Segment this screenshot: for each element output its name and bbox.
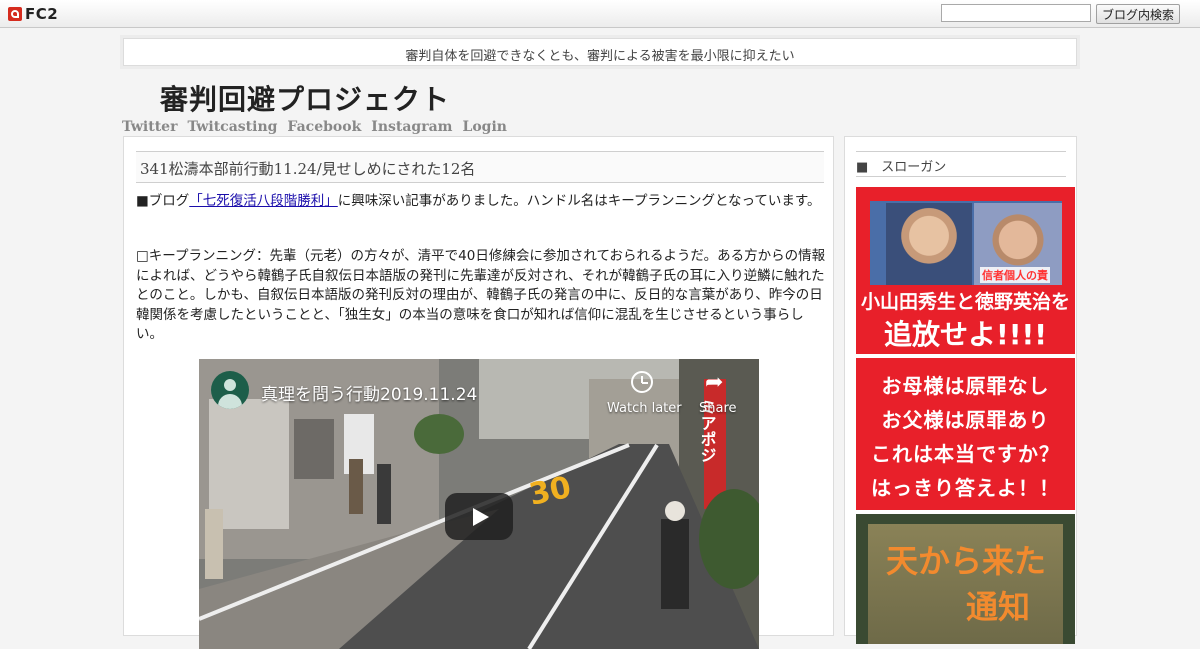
banner2-line1: お母様は原罪なし bbox=[881, 374, 1050, 398]
nav-link-login[interactable]: Login bbox=[462, 119, 506, 135]
entry-paragraph-2: □キープランニング：先輩（元老）の方々が、清平で40日修練会に参加されておられる… bbox=[136, 248, 826, 342]
clock-icon[interactable] bbox=[631, 371, 653, 393]
referenced-blog-link[interactable]: 「七死復活八段階勝利」 bbox=[189, 193, 338, 209]
sidebar-heading-bar: ■ スローガン bbox=[856, 151, 1066, 177]
main-content: 341松濤本部前行動11.24/見せしめにされた12名 ■ブログ「七死復活八段階… bbox=[123, 136, 834, 649]
channel-avatar[interactable] bbox=[211, 371, 249, 409]
header-nav: Twitter Twitcasting Facebook Instagram L… bbox=[122, 119, 507, 135]
blog-title[interactable]: 審判回避プロジェクト bbox=[160, 78, 450, 118]
slogan-banner-2[interactable]: お母様は原罪なし お父様は原罪あり これは本当ですか？ はっきり答えよ！！ bbox=[856, 358, 1075, 510]
nav-link-facebook[interactable]: Facebook bbox=[287, 119, 361, 135]
para1-suffix: に興味深い記事がありました。ハンドル名はキープランニングとなっています。 bbox=[337, 193, 821, 209]
banner1-portrait-left bbox=[886, 203, 972, 285]
fc2-logo[interactable]: FC2 bbox=[8, 4, 59, 23]
watch-later-label[interactable]: Watch later bbox=[607, 401, 682, 416]
entry-title-bar: 341松濤本部前行動11.24/見せしめにされた12名 bbox=[136, 151, 824, 183]
play-button[interactable] bbox=[445, 493, 513, 540]
video-title[interactable]: 真理を問う行動2019.11.24 bbox=[261, 380, 477, 405]
fc2-logo-icon bbox=[8, 6, 22, 21]
banner1-caption: 信者個人の責 bbox=[980, 267, 1050, 283]
entry-title[interactable]: 341松濤本部前行動11.24/見せしめにされた12名 bbox=[140, 158, 475, 179]
blog-tagline: 審判自体を回避できなくとも、審判による被害を最小限に抑えたい bbox=[405, 49, 795, 64]
banner1-line1: 小山田秀生と徳野英治を bbox=[860, 291, 1070, 313]
banner3-line1: 天から来た bbox=[886, 542, 1047, 580]
embedded-video[interactable]: 30 ミアポジ 真理を問う行動2019.11.24 Watch later ➦ … bbox=[199, 359, 759, 649]
nav-link-twitcasting[interactable]: Twitcasting bbox=[187, 119, 277, 135]
nav-link-twitter[interactable]: Twitter bbox=[122, 119, 177, 135]
banner2-line4: はっきり答えよ！！ bbox=[871, 476, 1060, 500]
blog-search-input[interactable] bbox=[941, 4, 1091, 22]
tagline-box: 審判自体を回避できなくとも、審判による被害を最小限に抑えたい bbox=[120, 35, 1080, 69]
sidebar-heading-slogan: ■ スローガン bbox=[856, 160, 947, 175]
banner1-line2: 追放せよ!!!! bbox=[883, 318, 1048, 351]
sidebar: ■ スローガン 信者個人の責 小山田秀生と徳野英治を 追放せよ!!!! お母様は… bbox=[844, 136, 1077, 644]
para1-prefix: ■ブログ bbox=[136, 193, 190, 209]
banner2-line2: お父様は原罪あり bbox=[881, 408, 1050, 432]
fc2-logo-text: FC2 bbox=[25, 4, 59, 23]
banner1-photo: 信者個人の責 bbox=[870, 201, 1062, 285]
share-label[interactable]: Share bbox=[699, 401, 737, 416]
banner2-line3: これは本当ですか？ bbox=[871, 442, 1060, 466]
slogan-banner-3[interactable]: 天から来た 通知 bbox=[856, 514, 1075, 644]
nav-link-instagram[interactable]: Instagram bbox=[371, 119, 452, 135]
entry-paragraph-1: ■ブログ「七死復活八段階勝利」に興味深い記事がありました。ハンドル名はキープラン… bbox=[136, 192, 826, 212]
banner3-line2: 通知 bbox=[966, 588, 1031, 626]
slogan-banner-1[interactable]: 信者個人の責 小山田秀生と徳野英治を 追放せよ!!!! bbox=[856, 187, 1075, 354]
fc2-toolbar: FC2 ブログ内検索 bbox=[0, 0, 1200, 28]
banner3-cover: 天から来た 通知 bbox=[868, 524, 1063, 644]
blog-search-button[interactable]: ブログ内検索 bbox=[1096, 4, 1180, 24]
share-arrow-icon[interactable]: ➦ bbox=[705, 372, 729, 394]
